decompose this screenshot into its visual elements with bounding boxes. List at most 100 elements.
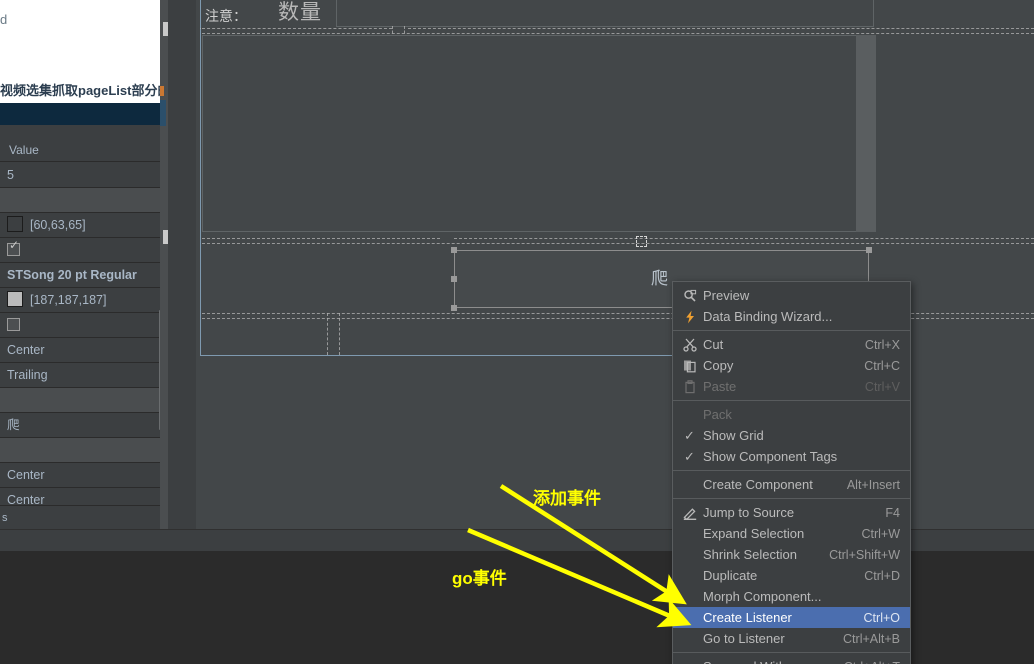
annotation-label-1: 添加事件	[533, 489, 601, 508]
selected-component-label: 爬	[651, 269, 668, 288]
guide-h-6	[202, 243, 1034, 244]
value-column-header: Value	[0, 139, 160, 162]
property-row[interactable]: 5	[0, 163, 160, 188]
menu-item-label: Morph Component...	[703, 589, 822, 604]
property-checkbox[interactable]	[7, 239, 20, 256]
menu-item-label: Go to Listener	[703, 631, 785, 646]
color-swatch[interactable]	[7, 291, 23, 307]
property-row[interactable]: Center	[0, 338, 160, 363]
warning-marker	[160, 86, 164, 96]
menu-separator	[673, 330, 910, 331]
move-handle-icon[interactable]	[636, 236, 647, 247]
preview-icon	[679, 288, 700, 304]
property-checkbox[interactable]	[7, 318, 20, 331]
menu-item-show-grid[interactable]: ✓ Show Grid	[673, 425, 910, 446]
form-outline-left	[200, 0, 201, 356]
menu-item-shortcut: Ctrl+D	[864, 568, 900, 583]
menu-item-show-component-tags[interactable]: ✓ Show Component Tags	[673, 446, 910, 467]
selection-marker	[160, 100, 166, 126]
guide-h-3	[202, 33, 1034, 34]
property-row[interactable]: STSong 20 pt Regular	[0, 263, 160, 288]
quantity-input-field[interactable]	[336, 0, 874, 27]
menu-item-shortcut: Ctrl+Alt+B	[843, 631, 900, 646]
menu-item-shortcut: Ctrl+O	[863, 610, 900, 625]
check-icon: ✓	[684, 448, 695, 464]
menu-item-data-binding-wizard[interactable]: Data Binding Wizard...	[673, 306, 910, 327]
menu-item-duplicate[interactable]: Duplicate Ctrl+D	[673, 565, 910, 586]
menu-item-shortcut: F4	[885, 505, 900, 520]
menu-item-label: Create Component	[703, 477, 813, 492]
menu-item-surround-with[interactable]: Surround With... Ctrl+Alt+T	[673, 656, 910, 664]
menu-item-label: Surround With...	[703, 659, 826, 664]
textarea-scrollbar[interactable]	[856, 35, 876, 232]
resize-handle-tl[interactable]	[451, 247, 457, 253]
clipboard-icon	[679, 379, 700, 395]
menu-separator	[673, 470, 910, 471]
property-value-text: 5	[7, 168, 14, 182]
menu-item-label: Show Component Tags	[703, 449, 838, 464]
no-icon	[679, 568, 700, 584]
note-textarea[interactable]	[202, 35, 874, 232]
menu-item-label: Duplicate	[703, 568, 758, 583]
property-value-text: [60,63,65]	[30, 218, 86, 232]
property-row[interactable]	[0, 313, 160, 338]
guide-h-5	[454, 238, 1034, 239]
designer-context-menu[interactable]: Preview Data Binding Wizard... Cut Ctrl+X Co…	[672, 281, 911, 664]
guide-v-3	[327, 313, 328, 355]
property-row[interactable]: Center	[0, 463, 160, 488]
property-value-table: 5 [60,63,65] STSong 20 pt Regular [187,187,…	[0, 163, 160, 513]
editor-selected-line	[0, 103, 160, 125]
property-value-text: [187,187,187]	[30, 293, 107, 307]
menu-item-create-listener[interactable]: Create Listener Ctrl+O	[673, 607, 910, 628]
no-icon	[679, 610, 700, 626]
menu-item-paste: Paste Ctrl+V	[673, 376, 910, 397]
check-icon: ✓	[684, 427, 695, 443]
menu-item-label: Paste	[703, 379, 737, 394]
property-inspector-panel: d 视频选集抓取pageList部分的a Value 5 [60,63,65] ST…	[0, 0, 168, 529]
resize-handle-ml[interactable]	[451, 276, 457, 282]
menu-item-jump-to-source[interactable]: Jump to Source F4	[673, 502, 910, 523]
quantity-label: 数量	[278, 1, 322, 24]
property-row[interactable]: [60,63,65]	[0, 213, 160, 238]
property-row[interactable]: Trailing	[0, 363, 160, 388]
menu-item-shortcut: Ctrl+W	[861, 526, 900, 541]
menu-separator	[673, 498, 910, 499]
menu-item-shortcut: Alt+Insert	[846, 477, 900, 492]
scissors-icon	[679, 337, 700, 353]
resize-handle-bl[interactable]	[451, 305, 457, 311]
color-swatch[interactable]	[7, 216, 23, 232]
property-value-text: STSong 20 pt Regular	[7, 268, 137, 282]
no-icon	[679, 631, 700, 647]
property-row[interactable]	[0, 438, 160, 463]
menu-item-go-to-listener[interactable]: Go to Listener Ctrl+Alt+B	[673, 628, 910, 649]
property-row[interactable]	[0, 238, 160, 263]
menu-item-morph-component[interactable]: Morph Component...	[673, 586, 910, 607]
menu-item-create-component[interactable]: Create Component Alt+Insert	[673, 474, 910, 495]
menu-item-cut[interactable]: Cut Ctrl+X	[673, 334, 910, 355]
menu-item-label: Shrink Selection	[703, 547, 797, 562]
menu-item-copy[interactable]: Copy Ctrl+C	[673, 355, 910, 376]
property-row[interactable]: 爬	[0, 413, 160, 438]
panel-divider[interactable]	[160, 0, 168, 529]
guide-seg	[200, 28, 201, 29]
note-label: 注意：	[205, 8, 247, 24]
guide-h-1	[202, 28, 392, 29]
menu-item-shrink-selection[interactable]: Shrink Selection Ctrl+Shift+W	[673, 544, 910, 565]
resize-handle-tr[interactable]	[866, 247, 872, 253]
property-row[interactable]	[0, 388, 160, 413]
menu-item-expand-selection[interactable]: Expand Selection Ctrl+W	[673, 523, 910, 544]
property-row[interactable]: [187,187,187]	[0, 288, 160, 313]
menu-item-label: Preview	[703, 288, 750, 303]
guide-h-4	[202, 238, 440, 239]
menu-separator	[673, 652, 910, 653]
property-row[interactable]	[0, 188, 160, 213]
no-icon	[679, 589, 700, 605]
menu-separator	[673, 400, 910, 401]
property-value-text: Center	[7, 468, 45, 482]
no-icon	[679, 477, 700, 493]
menu-item-shortcut: Ctrl+Alt+T	[844, 660, 900, 664]
guide-v-4	[339, 313, 340, 355]
menu-item-shortcut: Ctrl+X	[864, 337, 900, 352]
menu-item-preview[interactable]: Preview	[673, 285, 910, 306]
menu-item-label: Expand Selection	[703, 526, 805, 541]
